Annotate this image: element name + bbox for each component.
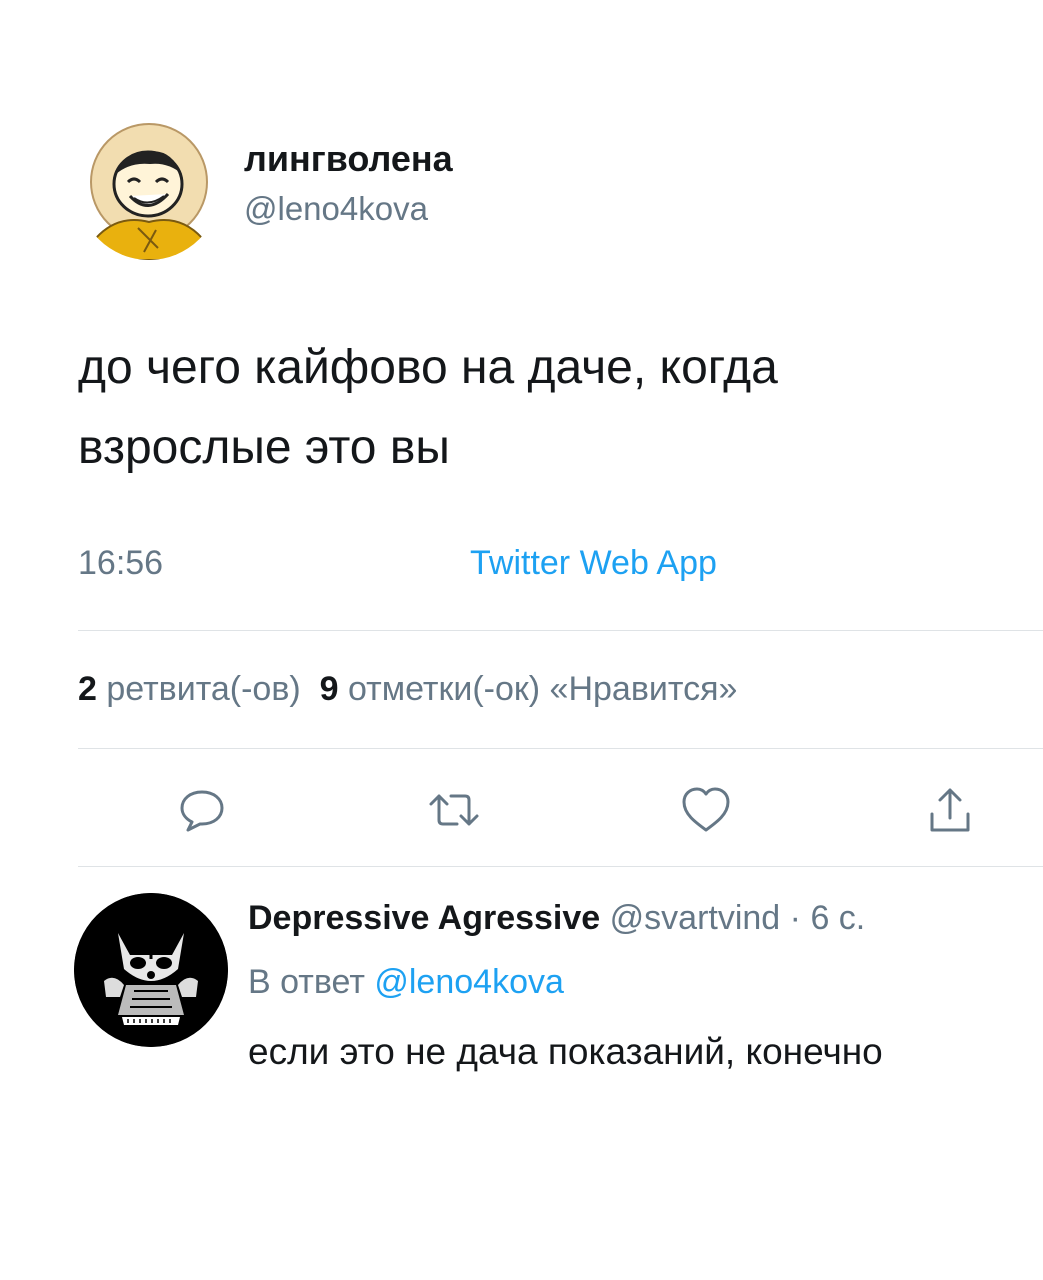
tweet-meta: 16:56 Twitter Web App [78, 538, 978, 588]
retweets-stat[interactable]: 2 ретвита(-ов) [78, 670, 301, 708]
avatar-illustration [74, 893, 228, 1047]
like-icon [682, 787, 730, 832]
tweet-source-link[interactable]: Twitter Web App [470, 538, 717, 588]
reply-header: Depressive Agressive @svartvind · 6 с. [248, 893, 1034, 943]
share-button[interactable] [920, 780, 980, 840]
reply-author-name[interactable]: Depressive Agressive [248, 899, 600, 937]
tweet-text: до чего кайфово на даче, когда взрослые … [78, 328, 978, 488]
tweet-text-line-2: взрослые это вы [78, 421, 450, 474]
reply-prefix: В ответ [248, 963, 365, 1001]
divider [78, 630, 1043, 631]
reply-body: Depressive Agressive @svartvind · 6 с. В… [248, 893, 1034, 1077]
share-icon [930, 788, 970, 832]
retweet-button[interactable] [424, 780, 484, 840]
tweet-header: лингволена @leno4kova [78, 118, 453, 260]
reply-author-avatar[interactable] [74, 893, 228, 1047]
author-avatar[interactable] [78, 118, 220, 260]
reply-timestamp[interactable]: 6 с. [810, 899, 865, 937]
tweet-timestamp[interactable]: 16:56 [78, 544, 163, 582]
retweets-label: ретвита(-ов) [106, 670, 301, 708]
likes-count: 9 [319, 670, 339, 708]
divider [78, 866, 1043, 867]
avatar-illustration [78, 118, 220, 260]
reply-mention-link[interactable]: @leno4kova [374, 963, 564, 1001]
likes-stat[interactable]: 9 отметки(-ок) «Нравится» [320, 670, 738, 708]
tweet-actions [0, 780, 1043, 840]
reply-author-handle[interactable]: @svartvind [610, 899, 781, 937]
tweet-stats: 2 ретвита(-ов) 9 отметки(-ок) «Нравится» [78, 664, 737, 714]
author-name[interactable]: лингволена [244, 137, 453, 181]
separator-dot: · [789, 899, 801, 937]
reply-context: В ответ @leno4kova [248, 957, 1034, 1007]
author-handle[interactable]: @leno4kova [244, 187, 453, 231]
divider [78, 748, 1043, 749]
retweet-icon [429, 794, 479, 826]
reply-button[interactable] [172, 780, 232, 840]
like-button[interactable] [676, 780, 736, 840]
retweets-count: 2 [78, 670, 97, 708]
reply-icon [180, 790, 224, 832]
tweet-text-line-1: до чего кайфово на даче, когда [78, 341, 778, 394]
likes-label: отметки(-ок) «Нравится» [348, 670, 738, 708]
reply-text: если это не дача показаний, конечно [248, 1031, 883, 1072]
